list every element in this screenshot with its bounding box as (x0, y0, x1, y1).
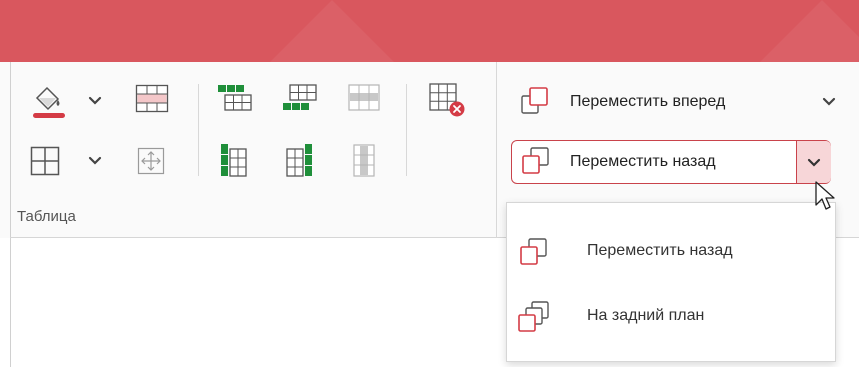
delete-column-icon (353, 144, 375, 177)
chevron-down-icon (807, 158, 821, 167)
bring-forward-icon (521, 87, 548, 114)
titlebar-decoration (270, 0, 394, 62)
borders-icon[interactable] (30, 146, 60, 176)
send-backward-icon (520, 238, 547, 265)
table-group-label: Таблица (17, 208, 76, 225)
send-backward-button[interactable]: Переместить назад (511, 140, 831, 184)
insert-row-above-icon[interactable] (217, 84, 253, 112)
group-separator (496, 62, 497, 238)
fill-color-icon[interactable] (30, 82, 68, 120)
delete-row-icon (348, 84, 380, 111)
menu-item-send-backward[interactable]: Переместить назад (507, 223, 835, 283)
title-bar (0, 0, 859, 62)
group-separator (198, 84, 199, 176)
delete-table-icon[interactable] (428, 82, 466, 118)
fill-dropdown-icon[interactable] (88, 96, 102, 106)
insert-column-right-icon[interactable] (285, 143, 313, 179)
mouse-cursor-icon (815, 181, 835, 210)
bring-forward-dropdown-icon[interactable] (822, 97, 836, 107)
group-separator (406, 84, 407, 176)
send-backward-icon (522, 147, 549, 174)
bring-forward-button[interactable]: Переместить вперед (511, 80, 811, 124)
merge-cells-icon[interactable] (135, 84, 169, 114)
titlebar-decoration (760, 0, 859, 62)
menu-item-send-to-back[interactable]: На задний план (507, 288, 835, 348)
document-edge (10, 62, 11, 367)
send-backward-dropdown-button[interactable] (796, 141, 831, 183)
bring-forward-label: Переместить вперед (570, 93, 726, 110)
insert-row-below-icon[interactable] (282, 84, 318, 112)
send-backward-label: Переместить назад (570, 153, 716, 170)
menu-item-label: Переместить назад (587, 242, 733, 259)
send-backward-menu: Переместить назад На задний план (506, 202, 836, 362)
menu-item-label: На задний план (587, 307, 705, 324)
borders-dropdown-icon[interactable] (88, 156, 102, 166)
move-table-icon[interactable] (137, 147, 165, 175)
insert-column-left-icon[interactable] (220, 143, 248, 179)
send-to-back-icon (518, 301, 549, 332)
